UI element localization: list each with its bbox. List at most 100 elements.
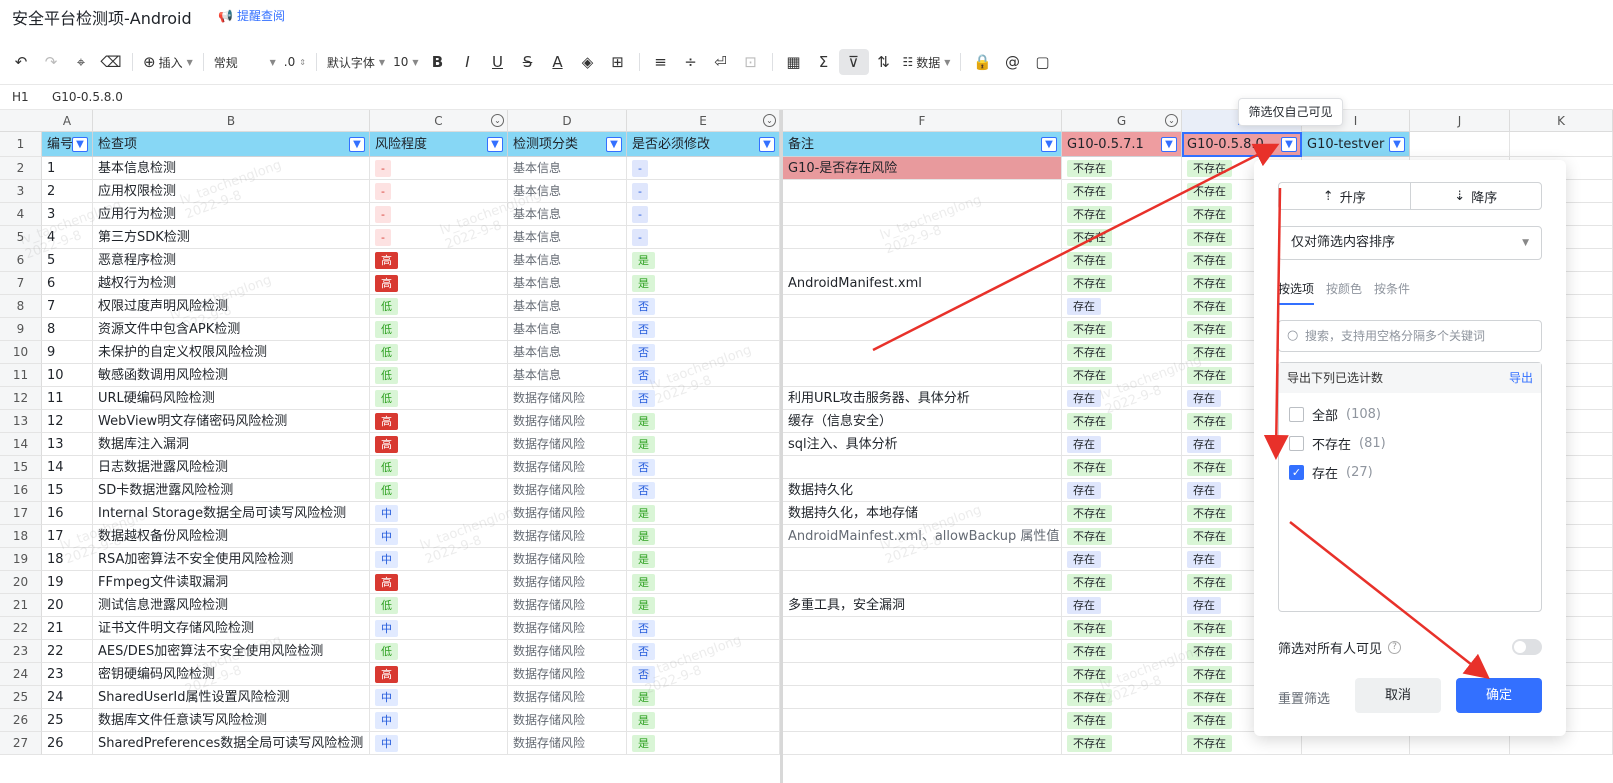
export-link[interactable]: 导出	[1509, 363, 1533, 393]
cell-name[interactable]: 未保护的自定义权限风险检测	[93, 341, 370, 364]
cell-note[interactable]: 缓存（信息安全）	[783, 410, 1062, 433]
visible-to-all-toggle[interactable]	[1512, 639, 1542, 655]
cell-g[interactable]: 不存在	[1062, 180, 1182, 203]
italic-icon[interactable]: I	[453, 49, 483, 75]
cell-n[interactable]: 11	[42, 387, 93, 410]
cell-risk[interactable]: 低	[370, 295, 508, 318]
cell-g[interactable]: 不存在	[1062, 364, 1182, 387]
cell-note[interactable]	[783, 571, 1062, 594]
cell-must[interactable]: 是	[627, 709, 780, 732]
cell-g[interactable]: 存在	[1062, 479, 1182, 502]
filter-icon[interactable]: ▼	[1041, 137, 1057, 152]
cell-must[interactable]: 否	[627, 364, 780, 387]
cell-name[interactable]: 基本信息检测	[93, 157, 370, 180]
cell-must[interactable]: 否	[627, 387, 780, 410]
cell-risk[interactable]: 低	[370, 341, 508, 364]
cell-risk[interactable]: 高	[370, 272, 508, 295]
header-cell-h[interactable]: G10-0.5.8.0 ▼	[1182, 132, 1302, 157]
cell-n[interactable]: 12	[42, 410, 93, 433]
cell-risk[interactable]: 低	[370, 387, 508, 410]
checkbox[interactable]	[1289, 436, 1304, 451]
cell-n[interactable]: 21	[42, 617, 93, 640]
cell-note[interactable]	[783, 732, 1062, 755]
cell-note[interactable]	[783, 617, 1062, 640]
filter-icon[interactable]: ▼	[1161, 137, 1177, 152]
number-format-select[interactable]: 常规 ▼	[210, 49, 280, 75]
cell-g[interactable]: 不存在	[1062, 732, 1182, 755]
row-number[interactable]: 15	[0, 456, 42, 479]
mention-icon[interactable]: @	[997, 49, 1027, 75]
wrap-icon[interactable]: ⏎	[706, 49, 736, 75]
redo-icon[interactable]: ↷	[36, 49, 66, 75]
row-number[interactable]: 12	[0, 387, 42, 410]
row-number[interactable]: 26	[0, 709, 42, 732]
cell-name[interactable]: 证书文件明文存储风险检测	[93, 617, 370, 640]
cell-cat[interactable]: 数据存储风险	[508, 663, 627, 686]
cell-n[interactable]: 13	[42, 433, 93, 456]
cell-must[interactable]: -	[627, 226, 780, 249]
filter-icon[interactable]: ▼	[1281, 137, 1297, 152]
cell-must[interactable]: 是	[627, 272, 780, 295]
cell-name[interactable]: 数据库文件任意读写风险检测	[93, 709, 370, 732]
cell-cat[interactable]: 数据存储风险	[508, 433, 627, 456]
cell-risk[interactable]: 中	[370, 617, 508, 640]
header-cell-a[interactable]: 编号 ▼	[42, 132, 93, 157]
cell-must[interactable]: 是	[627, 548, 780, 571]
filter-icon[interactable]: ▼	[1389, 137, 1405, 152]
cell-note[interactable]: G10-是否存在风险	[783, 157, 1062, 180]
cell-risk[interactable]: -	[370, 226, 508, 249]
cell-n[interactable]: 25	[42, 709, 93, 732]
cell-risk[interactable]: 高	[370, 571, 508, 594]
column-header-f[interactable]: F	[783, 110, 1062, 132]
cell-n[interactable]: 19	[42, 571, 93, 594]
cell-cat[interactable]: 数据存储风险	[508, 548, 627, 571]
freeze-divider[interactable]	[780, 110, 783, 783]
header-cell-e[interactable]: 是否必须修改 ▼	[627, 132, 780, 157]
row-number[interactable]: 9	[0, 318, 42, 341]
cell-cat[interactable]: 基本信息	[508, 226, 627, 249]
header-cell-d[interactable]: 检测项分类 ▼	[508, 132, 627, 157]
filter-option[interactable]: ✓ 存在 (27)	[1289, 463, 1373, 482]
cell-name[interactable]: 权限过度声明风险检测	[93, 295, 370, 318]
cell-cat[interactable]: 基本信息	[508, 157, 627, 180]
cell-risk[interactable]: 高	[370, 663, 508, 686]
row-number[interactable]: 19	[0, 548, 42, 571]
cell-must[interactable]: 是	[627, 433, 780, 456]
row-number[interactable]: 23	[0, 640, 42, 663]
cell-name[interactable]: 应用权限检测	[93, 180, 370, 203]
row-number[interactable]: 5	[0, 226, 42, 249]
cell-n[interactable]: 8	[42, 318, 93, 341]
sort-scope-select[interactable]: 仅对筛选内容排序 ▼	[1278, 226, 1542, 260]
cell-cat[interactable]: 数据存储风险	[508, 479, 627, 502]
cell-note[interactable]	[783, 456, 1062, 479]
sort-desc-button[interactable]: ⇣ 降序	[1409, 183, 1542, 209]
header-cell-f[interactable]: 备注 ▼	[783, 132, 1062, 157]
lock-icon[interactable]: 🔒	[967, 49, 997, 75]
filter-icon[interactable]: ▼	[349, 137, 365, 152]
undo-icon[interactable]: ↶	[6, 49, 36, 75]
filter-icon[interactable]: ▼	[72, 137, 88, 152]
cell-must[interactable]: 否	[627, 341, 780, 364]
column-header-e[interactable]: E ⌄	[627, 110, 780, 132]
cell-g[interactable]: 不存在	[1062, 686, 1182, 709]
freeze-icon[interactable]: ▦	[779, 49, 809, 75]
column-header-a[interactable]: A	[42, 110, 93, 132]
cell-n[interactable]: 24	[42, 686, 93, 709]
cell-g[interactable]: 不存在	[1062, 456, 1182, 479]
column-header-d[interactable]: D	[508, 110, 627, 132]
column-header-c[interactable]: C ⌄	[370, 110, 508, 132]
cell-risk[interactable]: -	[370, 203, 508, 226]
cell-g[interactable]: 不存在	[1062, 226, 1182, 249]
decimal-stepper[interactable]: .0 ⇕	[280, 49, 310, 75]
cell-note[interactable]: 多重工具，安全漏洞	[783, 594, 1062, 617]
row-number[interactable]: 4	[0, 203, 42, 226]
cell-must[interactable]: 否	[627, 617, 780, 640]
header-cell-empty[interactable]	[1410, 132, 1510, 157]
cell-risk[interactable]: 高	[370, 249, 508, 272]
cell-note[interactable]	[783, 295, 1062, 318]
cell-name[interactable]: SharedPreferences数据全局可读写风险检测	[93, 732, 370, 755]
header-cell-c[interactable]: 风险程度 ▼	[370, 132, 508, 157]
cell-n[interactable]: 2	[42, 180, 93, 203]
cell-n[interactable]: 14	[42, 456, 93, 479]
cell-name[interactable]: 数据越权备份风险检测	[93, 525, 370, 548]
